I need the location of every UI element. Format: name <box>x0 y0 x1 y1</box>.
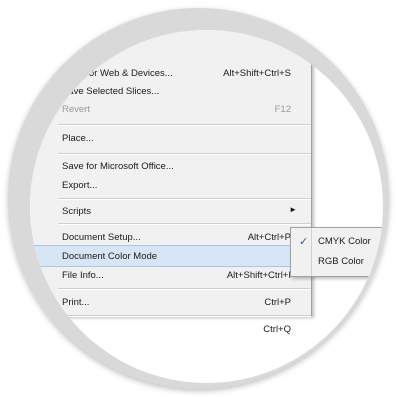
menu-item-label: Export... <box>62 180 98 191</box>
menu-item-shortcut: Ctrl+Q <box>263 324 291 335</box>
menu-item-file-info[interactable]: File Info... Alt+Shift+Ctrl+I <box>30 265 311 287</box>
menu-item-shortcut: Ctrl+P <box>264 297 291 308</box>
menu-item-exit[interactable]: Exit Ctrl+Q <box>30 319 311 341</box>
menu-separator <box>58 198 311 200</box>
submenu-arrow-icon: ► <box>289 205 297 214</box>
menu-item-print[interactable]: Print... Ctrl+P <box>30 292 311 314</box>
file-menu: Save for Web & Devices... Alt+Shift+Ctrl… <box>30 30 312 335</box>
menu-separator <box>58 223 311 225</box>
menu-item-label: Save Selected Slices... <box>62 86 160 97</box>
menu-item-label: Save for Web & Devices... <box>62 68 173 79</box>
menu-separator <box>58 153 311 155</box>
menu-item-label: Document Color Mode <box>62 251 158 262</box>
menu-item-scripts[interactable]: Scripts ► <box>30 201 311 223</box>
submenu-item-label: CMYK Color <box>318 236 371 247</box>
menu-item-label: Print... <box>62 297 90 308</box>
menu-item-place[interactable]: Place... <box>30 128 311 150</box>
menu-item-shortcut: Alt+Shift+Ctrl+S <box>223 68 291 79</box>
menu-item-shortcut: F12 <box>274 104 291 115</box>
menu-item-export[interactable]: Export... <box>30 175 311 197</box>
menu-item-label: Document Setup... <box>62 232 141 243</box>
menu-item-label: Save for Microsoft Office... <box>62 161 174 172</box>
menu-separator <box>58 288 311 290</box>
menu-item-label: File Info... <box>62 270 104 281</box>
menu-separator <box>58 315 311 317</box>
menu-separator <box>58 124 311 126</box>
menu-item-document-color-mode[interactable]: Document Color Mode ► <box>30 245 311 267</box>
menu-item-label: Exit <box>62 324 78 335</box>
submenu-item-cmyk-color[interactable]: ✓ CMYK Color <box>291 232 383 252</box>
menu-item-label: Scripts <box>62 206 92 217</box>
checkmark-icon: ✓ <box>299 236 309 248</box>
menu-item-shortcut: Alt+Ctrl+P <box>247 232 291 243</box>
color-mode-submenu: ✓ CMYK Color RGB Color <box>290 227 383 277</box>
magnifier-viewport: Save for Web & Devices... Alt+Shift+Ctrl… <box>30 30 383 383</box>
menu-item-shortcut: Alt+Shift+Ctrl+I <box>226 270 291 281</box>
menu-item-label: Place... <box>62 133 94 144</box>
submenu-item-rgb-color[interactable]: RGB Color <box>291 252 383 272</box>
magnifier-lens: Save for Web & Devices... Alt+Shift+Ctrl… <box>8 8 389 389</box>
submenu-item-label: RGB Color <box>318 256 364 267</box>
menu-item-label: Revert <box>62 104 90 115</box>
menu-item-revert[interactable]: Revert F12 <box>30 99 311 121</box>
